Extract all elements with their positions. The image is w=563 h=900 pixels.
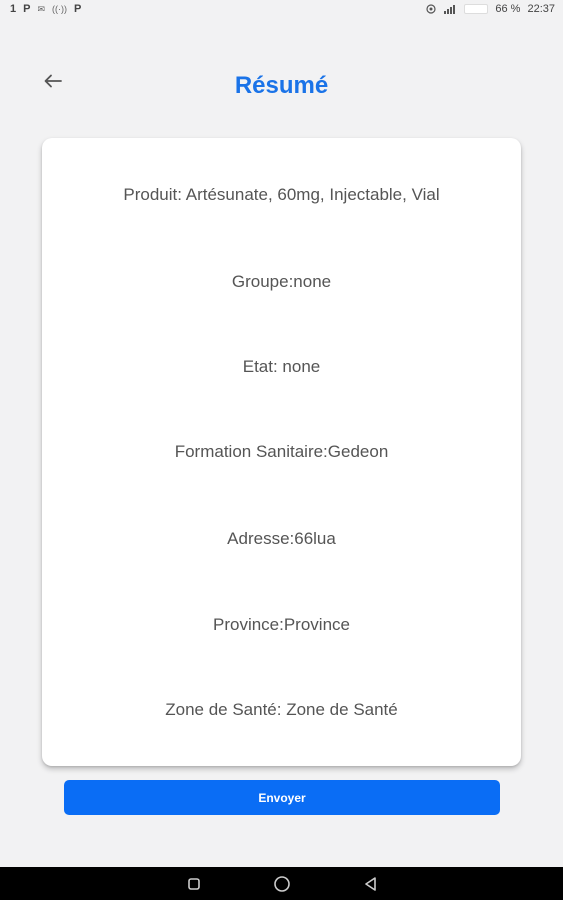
- summary-adresse: Adresse:66lua: [227, 529, 336, 548]
- status-icons-right: 66 % 22:37: [426, 3, 555, 15]
- status-bar: 1 P ✉ ((·)) P 66 % 22:37: [0, 0, 563, 18]
- summary-formation-sanitaire: Formation Sanitaire:Gedeon: [174, 442, 389, 461]
- triangle-back-icon: [364, 876, 376, 891]
- square-icon: [187, 877, 200, 890]
- battery-icon: [464, 4, 489, 14]
- mail-icon: ✉: [37, 3, 46, 14]
- battery-level: 66 %: [495, 3, 521, 15]
- summary-province: Province:Province: [212, 615, 350, 634]
- send-button[interactable]: Envoyer: [64, 780, 500, 815]
- summary-produit: Produit: Artésunate, 60mg, Injectable, V…: [123, 185, 440, 204]
- summary-zone-de-sante: Zone de Santé: Zone de Santé: [165, 700, 398, 719]
- recents-button[interactable]: [184, 874, 204, 894]
- summary-groupe: Groupe:none: [231, 272, 332, 291]
- notification-icon-p: P: [23, 3, 31, 15]
- hotspot-icon: ((·)): [52, 4, 68, 14]
- signal-icon: [444, 5, 456, 14]
- circle-icon: [273, 875, 290, 892]
- location-icon: [426, 4, 436, 14]
- clock: 22:37: [527, 3, 555, 15]
- home-button[interactable]: [272, 874, 292, 894]
- notification-icon-p2: P: [74, 3, 82, 15]
- summary-etat: Etat: none: [242, 357, 321, 376]
- notification-icon-1: 1: [10, 3, 17, 15]
- summary-card: Produit: Artésunate, 60mg, Injectable, V…: [42, 138, 521, 766]
- status-icons-left: 1 P ✉ ((·)) P: [10, 3, 81, 15]
- page-title: Résumé: [234, 72, 329, 99]
- system-nav-bar: [0, 867, 563, 900]
- screen: 1 P ✉ ((·)) P 66 % 22:37 Résumé Produit:…: [0, 0, 563, 900]
- back-nav-button[interactable]: [360, 874, 380, 894]
